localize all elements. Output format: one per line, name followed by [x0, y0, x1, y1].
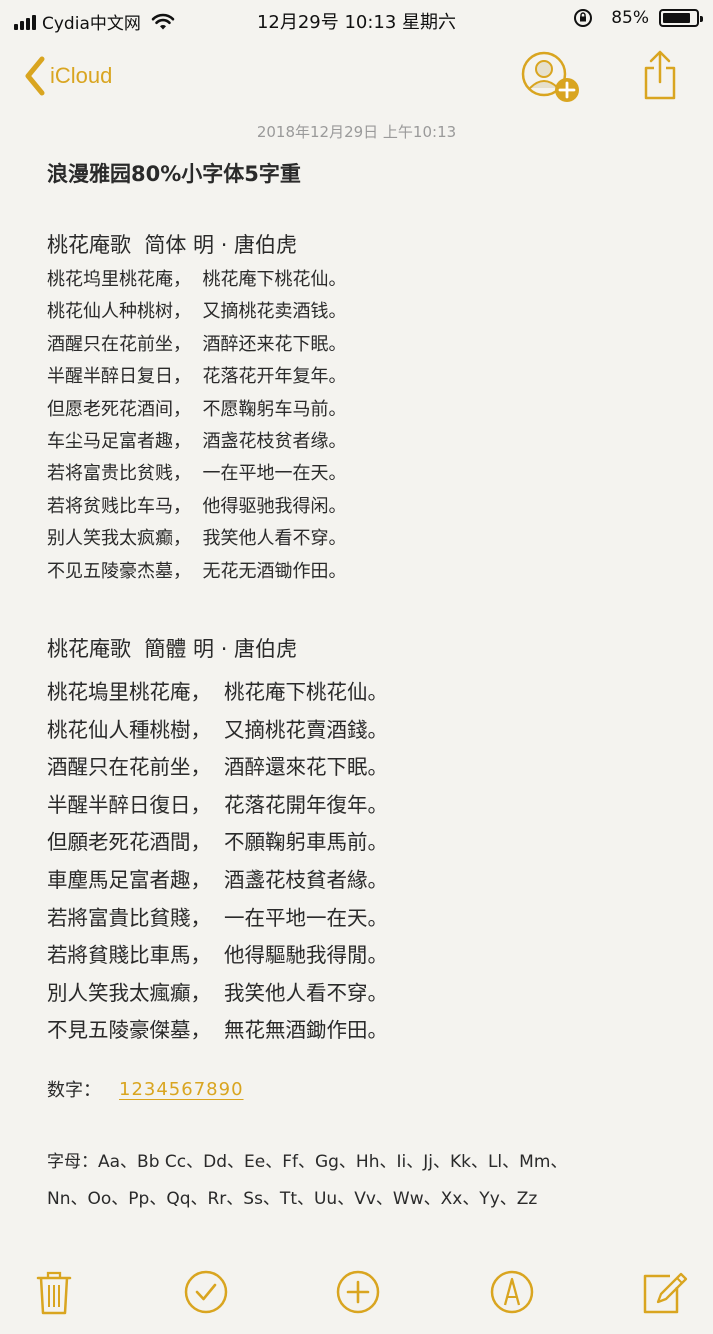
note-timestamp: 2018年12月29日 上午10:13: [256, 123, 457, 141]
battery-icon: [659, 9, 703, 27]
poem-line: 但願老死花酒間， 不願鞠躬車馬前。: [47, 830, 389, 855]
poem-line: 酒醒只在花前坐， 酒醉还来花下眠。: [47, 333, 347, 355]
note-title[interactable]: 浪漫雅园80%小字体5字重: [47, 158, 301, 188]
rotation-lock-icon: [574, 9, 593, 27]
poem-line: 车尘马足富者趣， 酒盏花枝贫者缘。: [47, 430, 347, 452]
poem-line: 桃花坞里桃花庵， 桃花庵下桃花仙。: [47, 269, 347, 290]
share-icon: [644, 50, 676, 100]
status-right: 85%: [573, 8, 703, 28]
alphabet-line: Nn、Oo、Pp、Qq、Rr、Ss、Tt、Uu、Vv、Ww、Xx、Yy、Zz: [47, 1189, 538, 1209]
digits-row: 数字： 1234567890: [47, 1076, 244, 1102]
add-person-icon: [521, 51, 579, 102]
poem-line: 不见五陵豪杰墓， 无花无酒锄作田。: [47, 560, 347, 582]
poem-line: 車塵馬足富者趣， 酒盞花枝貧者緣。: [47, 867, 389, 892]
bottom-toolbar: [0, 1260, 713, 1324]
alphabet-line: 字母：Aa、Bb Cc、Dd、Ee、Ff、Gg、Hh、Ii、Jj、Kk、Ll、M…: [47, 1152, 568, 1172]
battery-fill: [663, 13, 691, 23]
poem-line: 不見五陵豪傑墓， 無花無酒鋤作田。: [47, 1018, 389, 1043]
markup-icon: [490, 1270, 534, 1314]
poem-line: 若將富貴比貧賤， 一在平地一在天。: [47, 905, 389, 930]
poem-line: 但愿老死花酒间， 不愿鞠躬车马前。: [47, 398, 347, 420]
battery-tip: [700, 16, 703, 22]
share-button[interactable]: [640, 50, 680, 102]
poem-line: 若將貧賤比車馬， 他得驅馳我得閒。: [47, 943, 389, 968]
battery-percent: 85%: [611, 8, 649, 28]
markup-button[interactable]: [488, 1268, 536, 1316]
status-bar: Cydia中文网 12月29号 10:13 星期六 85%: [0, 0, 713, 40]
poem-line: 若将贫贱比车马， 他得驱驰我得闲。: [47, 495, 347, 517]
checklist-icon: [184, 1270, 228, 1314]
digits-label: 数字：: [47, 1080, 101, 1101]
back-button[interactable]: iCloud: [24, 56, 112, 96]
poem-line: 酒醒只在花前坐， 酒醉還來花下眠。: [47, 755, 389, 780]
digits-link[interactable]: 1234567890: [119, 1079, 244, 1100]
nav-bar: iCloud: [0, 44, 713, 108]
section-heading: 桃花庵歌 簡體 明 · 唐伯虎: [47, 637, 298, 661]
poem-line: 半醒半醉日復日， 花落花開年復年。: [47, 792, 389, 817]
poem-line: 別人笑我太瘋癲， 我笑他人看不穿。: [47, 980, 389, 1005]
section-heading: 桃花庵歌 简体 明 · 唐伯虎: [47, 233, 298, 257]
compose-button[interactable]: [640, 1268, 688, 1316]
poem-line: 半醒半醉日复日， 花落花开年复年。: [47, 366, 347, 388]
trash-icon: [36, 1271, 72, 1315]
delete-button[interactable]: [30, 1268, 78, 1316]
poem-section-simplified[interactable]: 桃花庵歌 简体 明 · 唐伯虎 桃花坞里桃花庵， 桃花庵下桃花仙。 桃花仙人种桃…: [47, 230, 346, 588]
poem-line: 别人笑我太疯癫， 我笑他人看不穿。: [47, 528, 347, 550]
back-label: iCloud: [50, 63, 113, 88]
poem-line: 桃花塢里桃花庵， 桃花庵下桃花仙。: [47, 680, 389, 704]
chevron-left-icon: [25, 56, 45, 96]
poem-line: 若将富贵比贫贱， 一在平地一在天。: [47, 463, 347, 485]
poem-line: 桃花仙人种桃树， 又摘桃花卖酒钱。: [47, 301, 347, 323]
checklist-button[interactable]: [182, 1268, 230, 1316]
new-item-icon: [336, 1270, 380, 1314]
new-item-button[interactable]: [334, 1268, 382, 1316]
poem-section-traditional[interactable]: 桃花庵歌 簡體 明 · 唐伯虎 桃花塢里桃花庵， 桃花庵下桃花仙。 桃花仙人種桃…: [47, 634, 388, 1050]
add-person-button[interactable]: [520, 50, 584, 104]
compose-icon: [643, 1272, 688, 1314]
poem-line: 桃花仙人種桃樹， 又摘桃花賣酒錢。: [47, 717, 389, 742]
